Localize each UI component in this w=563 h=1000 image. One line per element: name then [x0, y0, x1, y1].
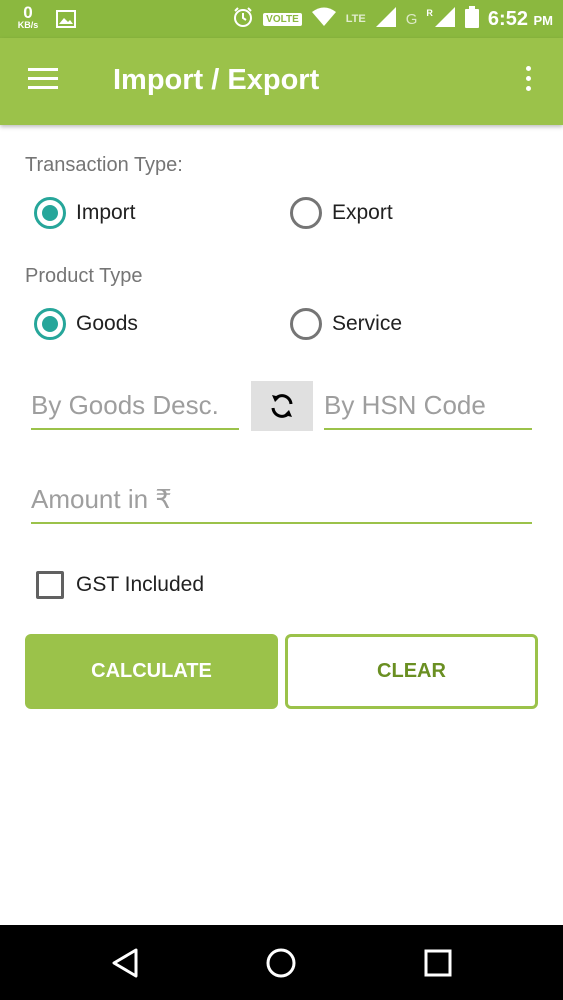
clear-button[interactable]: CLEAR	[285, 634, 538, 709]
back-icon[interactable]	[107, 945, 143, 981]
overflow-icon[interactable]	[520, 66, 536, 96]
gst-included-checkbox[interactable]: GST Included	[36, 571, 204, 599]
swap-button[interactable]	[251, 381, 313, 431]
radio-export-label: Export	[332, 201, 393, 224]
hsn-code-field	[324, 382, 532, 430]
checkbox-box	[36, 571, 64, 599]
lte-indicator: LTE	[345, 13, 366, 25]
radio-service-circle	[290, 308, 322, 340]
radio-import-circle	[34, 197, 66, 229]
gallery-icon	[56, 10, 76, 33]
wifi-icon	[311, 7, 337, 32]
navigation-bar	[0, 925, 563, 1000]
calculate-button[interactable]: CALCULATE	[25, 634, 278, 709]
speed-value: 0	[23, 3, 33, 22]
app-bar: Import / Export	[0, 38, 563, 125]
radio-service-label: Service	[332, 312, 403, 335]
goods-desc-input[interactable]	[31, 382, 239, 428]
amount-input[interactable]	[31, 476, 532, 522]
clock-time: 6:52	[487, 7, 528, 30]
gst-included-label: GST Included	[76, 573, 205, 596]
clock-ampm: PM	[533, 12, 554, 28]
amount-field	[31, 476, 532, 524]
recents-icon[interactable]	[420, 945, 456, 981]
roaming-indicator: R	[426, 8, 433, 18]
radio-export[interactable]: Export	[290, 197, 393, 229]
goods-desc-field	[31, 382, 239, 430]
signal-icon-1	[375, 6, 397, 33]
radio-import-label: Import	[76, 201, 136, 224]
radio-goods[interactable]: Goods	[34, 308, 138, 340]
swap-icon	[271, 394, 293, 418]
transaction-type-label: Transaction Type:	[25, 154, 183, 176]
volte-badge: VOLTE	[263, 12, 302, 26]
radio-export-circle	[290, 197, 322, 229]
home-icon[interactable]	[263, 945, 299, 981]
radio-goods-circle	[34, 308, 66, 340]
status-bar: 0 KB/s VOLTE LTE G R 6:52 PM	[0, 0, 563, 38]
menu-icon[interactable]	[28, 68, 60, 94]
battery-icon	[464, 5, 479, 33]
g-indicator: G	[405, 10, 418, 28]
alarm-icon	[232, 6, 254, 33]
network-speed: 0 KB/s	[13, 4, 43, 30]
radio-goods-label: Goods	[76, 312, 138, 335]
page-title: Import / Export	[113, 64, 320, 96]
hsn-code-input[interactable]	[324, 382, 532, 428]
product-type-label: Product Type	[25, 265, 143, 287]
speed-unit: KB/s	[17, 20, 39, 30]
radio-service[interactable]: Service	[290, 308, 402, 340]
signal-icon-2	[434, 6, 456, 33]
radio-import[interactable]: Import	[34, 197, 136, 229]
clock: 6:52 PM	[488, 8, 553, 31]
